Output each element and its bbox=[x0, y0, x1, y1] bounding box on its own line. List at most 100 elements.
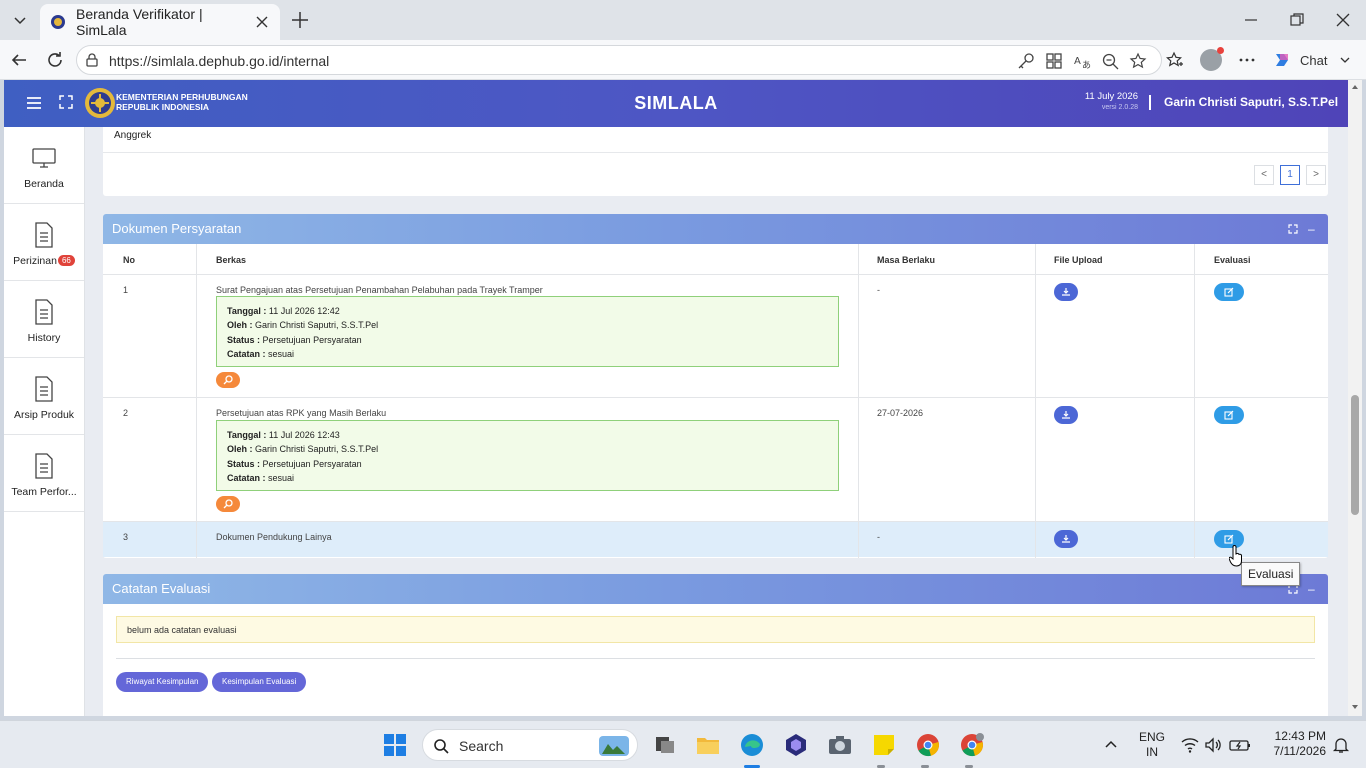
show-hidden-icons-chevron-icon[interactable] bbox=[1103, 737, 1119, 753]
sidebar-item-beranda[interactable]: Beranda bbox=[4, 127, 84, 204]
sidebar-item-perizinan[interactable]: Perizinan 66 bbox=[4, 204, 84, 281]
close-window-icon[interactable] bbox=[1335, 12, 1351, 28]
copilot-icon bbox=[1276, 54, 1288, 66]
sidebar-item-label-text: Perizinan bbox=[13, 255, 57, 267]
status-label: Status : bbox=[227, 335, 261, 345]
berkas-title: Surat Pengajuan atas Persetujuan Penamba… bbox=[216, 285, 543, 295]
verification-info-box: Tanggal : 11 Jul 2026 12:43 Oleh : Garin… bbox=[216, 420, 839, 491]
scroll-up-arrow-icon[interactable] bbox=[1350, 82, 1360, 92]
volume-icon[interactable] bbox=[1204, 736, 1222, 754]
chat-chevron-down-icon[interactable] bbox=[1339, 54, 1351, 66]
status-value: Persetujuan Persyaratan bbox=[262, 335, 362, 345]
site-info-lock-icon[interactable] bbox=[85, 53, 99, 67]
download-file-button[interactable] bbox=[1054, 283, 1078, 301]
document-icon bbox=[35, 299, 53, 325]
card-title: Catatan Evaluasi bbox=[112, 581, 211, 596]
clock-date: 7/11/2026 bbox=[1273, 744, 1327, 758]
berkas-title: Dokumen Pendukung Lainya bbox=[216, 532, 332, 542]
browser-tab[interactable]: Beranda Verifikator | SimLala bbox=[40, 4, 280, 40]
edge-browser-icon[interactable] bbox=[740, 733, 764, 757]
app-shield-icon[interactable] bbox=[784, 733, 808, 757]
document-icon bbox=[35, 453, 53, 479]
zoom-out-icon[interactable] bbox=[1101, 52, 1119, 70]
fullscreen-icon[interactable] bbox=[59, 95, 73, 109]
address-bar[interactable]: https://simlala.dephub.go.id/internal Aあ bbox=[76, 45, 1162, 75]
language-indicator[interactable]: ENG IN bbox=[1136, 730, 1168, 760]
view-history-button[interactable] bbox=[216, 496, 240, 512]
monitor-icon bbox=[32, 148, 56, 168]
sticky-notes-icon[interactable] bbox=[872, 733, 896, 757]
kesimpulan-evaluasi-button[interactable]: Kesimpulan Evaluasi bbox=[212, 672, 307, 692]
refresh-icon[interactable] bbox=[46, 51, 64, 69]
notification-bell-icon[interactable] bbox=[1332, 736, 1350, 754]
wifi-icon[interactable] bbox=[1181, 736, 1199, 754]
column-divider bbox=[196, 244, 197, 558]
tab-actions-chevron-icon[interactable] bbox=[6, 8, 34, 32]
language-code: ENG bbox=[1138, 730, 1165, 744]
header-user-name[interactable]: Garin Christi Saputri, S.S.T.Pel bbox=[1164, 95, 1338, 109]
download-file-button[interactable] bbox=[1054, 406, 1078, 424]
download-file-button[interactable] bbox=[1054, 530, 1078, 548]
catatan-label: Catatan : bbox=[227, 473, 266, 483]
column-header-berkas: Berkas bbox=[216, 255, 247, 265]
verification-info-box: Tanggal : 11 Jul 2026 12:42 Oleh : Garin… bbox=[216, 296, 839, 367]
notification-dot bbox=[1217, 47, 1224, 54]
copilot-chat-button[interactable]: Chat bbox=[1272, 49, 1351, 71]
sidebar-item-team-performance[interactable]: Team Perfor... bbox=[4, 435, 84, 512]
new-tab-plus-icon[interactable] bbox=[290, 10, 310, 30]
evaluasi-button[interactable] bbox=[1214, 406, 1244, 424]
camera-icon[interactable] bbox=[828, 733, 852, 757]
back-arrow-icon[interactable] bbox=[10, 51, 28, 69]
scroll-down-arrow-icon[interactable] bbox=[1350, 702, 1360, 712]
search-icon bbox=[223, 375, 233, 385]
hamburger-menu-icon[interactable] bbox=[26, 96, 42, 110]
apps-icon[interactable] bbox=[1045, 52, 1063, 70]
card-header: Catatan Evaluasi – bbox=[103, 574, 1328, 604]
sidebar-item-arsip-produk[interactable]: Arsip Produk bbox=[4, 358, 84, 435]
divider bbox=[103, 274, 1328, 275]
view-history-button[interactable] bbox=[216, 372, 240, 388]
chrome-icon[interactable] bbox=[916, 733, 940, 757]
collapse-minus-icon[interactable]: – bbox=[1308, 223, 1318, 235]
pagination-prev[interactable]: < bbox=[1254, 165, 1274, 185]
file-explorer-icon[interactable] bbox=[696, 733, 720, 757]
key-icon[interactable] bbox=[1017, 52, 1035, 70]
battery-charging-icon[interactable] bbox=[1229, 736, 1251, 754]
pagination-next[interactable]: > bbox=[1306, 165, 1326, 185]
favorites-icon[interactable] bbox=[1166, 51, 1184, 69]
evaluation-note: belum ada catatan evaluasi bbox=[116, 616, 1315, 643]
divider bbox=[103, 152, 1328, 153]
collapse-minus-icon[interactable]: – bbox=[1308, 583, 1318, 595]
task-view-icon[interactable] bbox=[653, 733, 677, 757]
mouse-pointer-hand-icon bbox=[1229, 545, 1242, 567]
evaluasi-button[interactable] bbox=[1214, 283, 1244, 301]
page-viewport: KEMENTERIAN PERHUBUNGAN REPUBLIK INDONES… bbox=[4, 80, 1348, 716]
scrollbar-thumb[interactable] bbox=[1351, 395, 1359, 515]
keyboard-layout: IN bbox=[1146, 745, 1158, 759]
taskbar-search-box[interactable]: Search bbox=[422, 729, 638, 761]
clock-time: 12:43 PM bbox=[1274, 729, 1326, 743]
column-divider bbox=[1035, 244, 1036, 558]
expand-icon[interactable] bbox=[1288, 224, 1298, 234]
more-options-icon[interactable] bbox=[1238, 51, 1256, 69]
pagination-page-1[interactable]: 1 bbox=[1280, 165, 1300, 185]
translate-icon[interactable]: Aあ bbox=[1073, 52, 1091, 70]
windows-start-icon[interactable] bbox=[383, 733, 407, 757]
chrome-profile-icon[interactable] bbox=[960, 733, 984, 757]
sidebar-item-history[interactable]: History bbox=[4, 281, 84, 358]
minimize-icon[interactable] bbox=[1243, 12, 1259, 28]
close-tab-icon[interactable] bbox=[254, 14, 270, 30]
ministry-line1: KEMENTERIAN PERHUBUNGAN bbox=[116, 92, 248, 102]
profile-avatar[interactable] bbox=[1200, 47, 1224, 71]
restore-icon[interactable] bbox=[1289, 12, 1305, 28]
card-header: Dokumen Persyaratan – bbox=[103, 214, 1328, 244]
favorite-star-icon[interactable] bbox=[1129, 52, 1147, 70]
search-icon bbox=[223, 499, 233, 509]
riwayat-kesimpulan-button[interactable]: Riwayat Kesimpulan bbox=[116, 672, 209, 692]
header-separator bbox=[1149, 95, 1151, 110]
column-header-file-upload: File Upload bbox=[1054, 255, 1103, 265]
page-scrollbar[interactable] bbox=[1348, 80, 1362, 716]
browser-toolbar: https://simlala.dephub.go.id/internal Aあ… bbox=[0, 40, 1366, 80]
download-icon bbox=[1062, 411, 1070, 419]
system-clock[interactable]: 12:43 PM 7/11/2026 bbox=[1262, 729, 1327, 759]
